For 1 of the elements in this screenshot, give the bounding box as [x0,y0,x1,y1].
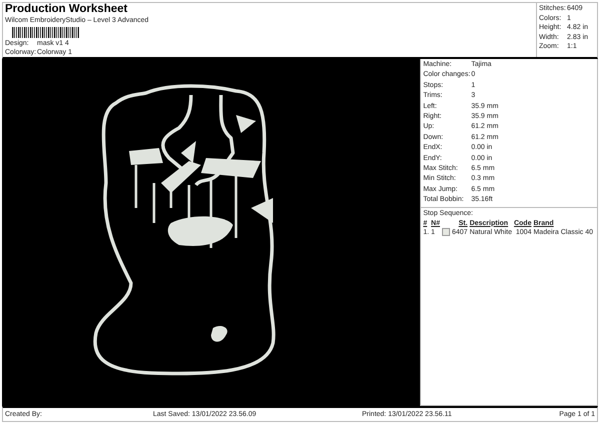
worksheet-title: Production Worksheet [5,3,128,16]
